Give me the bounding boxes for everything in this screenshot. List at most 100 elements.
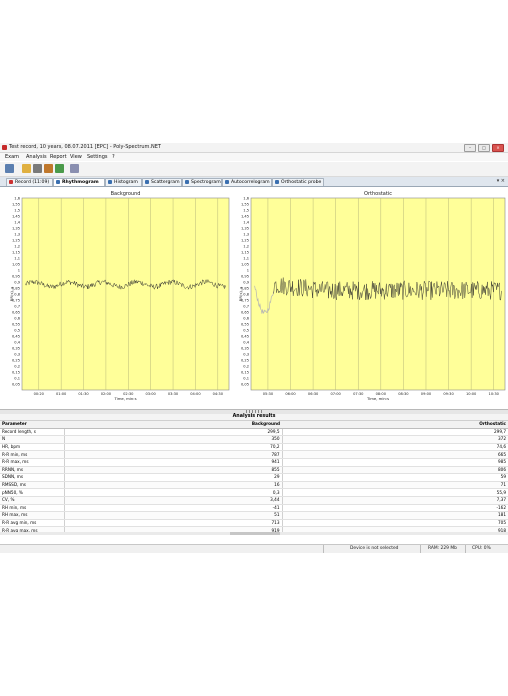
background-y-tick-label: 1 <box>18 268 20 272</box>
status-divider <box>323 545 324 553</box>
background-value-cell: 713 <box>64 519 283 528</box>
menu-exam[interactable]: Exam <box>5 154 19 160</box>
export-icon[interactable] <box>44 164 53 173</box>
spectrogram-icon <box>185 179 189 184</box>
orthostatic-y-tick-label: 0,7 <box>243 304 249 308</box>
print-icon[interactable] <box>33 164 42 173</box>
parameter-cell: CV, % <box>0 496 65 505</box>
background-y-tick-label: 1,15 <box>12 250 20 254</box>
background-y-tick-label: 1,6 <box>14 196 20 200</box>
menu-settings[interactable]: Settings <box>87 154 108 160</box>
orthostatic-y-tick-label: 0,9 <box>243 280 249 284</box>
background-y-tick-label: 0,35 <box>12 346 20 350</box>
settings-icon[interactable] <box>70 164 79 173</box>
background-value-cell: 70,2 <box>64 443 283 452</box>
orthostatic-chart-title: Orthostatic <box>364 191 392 197</box>
background-y-tick-label: 0,2 <box>14 364 20 368</box>
parameter-cell: N <box>0 435 65 444</box>
grip-icon <box>246 410 262 413</box>
background-y-tick-label: 1,55 <box>12 202 20 206</box>
tab-orthostatic-probe[interactable]: Orthostatic probe <box>272 178 324 186</box>
record-icon <box>9 179 13 184</box>
orthostatic-value-cell: 705 <box>282 519 508 528</box>
orthostatic-y-tick-label: 0,35 <box>241 346 249 350</box>
background-value-cell: 51 <box>64 511 283 520</box>
autocorrelogram-icon <box>225 179 229 184</box>
orthostatic-x-tick-label: 09:30 <box>443 392 454 396</box>
table-row[interactable]: R-R min, ms 787 665 <box>0 450 508 459</box>
table-row[interactable]: Record length, s 299,5 299,7 <box>0 428 508 437</box>
orthostatic-y-tick-label: 0,1 <box>243 376 249 380</box>
menu-help[interactable]: ? <box>112 154 115 160</box>
chart-icon[interactable] <box>55 164 64 173</box>
background-y-tick-label: 1,35 <box>12 226 20 230</box>
background-chart-title: Background <box>111 191 141 197</box>
close-button[interactable]: × <box>492 144 504 152</box>
orthostatic-value-cell: 55,9 <box>282 488 508 497</box>
minimize-button[interactable]: – <box>464 144 476 152</box>
background-y-tick-label: 1,45 <box>12 214 20 218</box>
menu-report[interactable]: Report <box>50 154 67 160</box>
table-row[interactable]: RH max, ms 51 181 <box>0 511 508 520</box>
tab-menu-button[interactable]: ▾ × <box>497 178 505 185</box>
app-icon <box>2 145 7 150</box>
tab-histogram[interactable]: Histogram <box>105 178 142 186</box>
menu-analysis[interactable]: Analysis <box>26 154 47 160</box>
table-row[interactable]: RRNN, ms 855 806 <box>0 466 508 475</box>
maximize-button[interactable]: □ <box>478 144 490 152</box>
tab-scattergram[interactable]: Scattergram <box>142 178 182 186</box>
background-y-tick-label: 0,3 <box>14 352 20 356</box>
table-row[interactable]: CV, % 3,44 7,37 <box>0 496 508 505</box>
table-row[interactable]: SDNN, ms 29 59 <box>0 473 508 482</box>
background-value-cell: 855 <box>64 466 283 475</box>
background-y-tick-label: 1,25 <box>12 238 20 242</box>
background-value-cell: 941 <box>64 458 283 467</box>
results-header-row: Parameter Background Orthostatic <box>0 421 508 429</box>
tab-autocorrelogram[interactable]: Autocorrelogram <box>222 178 272 186</box>
orthostatic-value-cell: 71 <box>282 481 508 490</box>
orthostatic-x-tick-label: 06:30 <box>308 392 319 396</box>
status-divider <box>465 545 466 553</box>
background-y-tick-label: 0,55 <box>12 322 20 326</box>
background-y-tick-label: 0,95 <box>12 274 20 278</box>
table-row[interactable]: HR, bpm 70,2 74,6 <box>0 443 508 452</box>
orthostatic-x-tick-label: 08:30 <box>398 392 409 396</box>
background-y-tick-label: 0,25 <box>12 358 20 362</box>
background-value-cell: 787 <box>64 450 283 459</box>
status-divider <box>420 545 421 553</box>
orthostatic-y-tick-label: 0,65 <box>241 310 249 314</box>
column-header-orthostatic[interactable]: Orthostatic <box>282 421 508 429</box>
menu-bar: Exam Analysis Report View Settings ? <box>0 153 508 161</box>
orthostatic-y-tick-label: 0,5 <box>243 328 249 332</box>
column-header-parameter[interactable]: Parameter <box>0 421 64 429</box>
table-row[interactable]: RMSSD, ms 16 71 <box>0 481 508 490</box>
save-icon[interactable] <box>5 164 14 173</box>
parameter-cell: RH min, ms <box>0 504 65 513</box>
background-x-tick-label: 04:30 <box>213 392 224 396</box>
tab-record[interactable]: Record (11:09) <box>6 178 53 186</box>
orthostatic-y-tick-label: 0,95 <box>241 274 249 278</box>
tab-spectrogram[interactable]: Spectrogram <box>182 178 222 186</box>
parameter-cell: HR, bpm <box>0 443 65 452</box>
table-row[interactable]: R-R max, ms 941 985 <box>0 458 508 467</box>
background-value-cell: 3,44 <box>64 496 283 505</box>
results-panel: Analysis results Parameter Background Or… <box>0 414 508 540</box>
column-header-background[interactable]: Background <box>64 421 282 429</box>
orthostatic-y-tick-label: 1,2 <box>243 244 249 248</box>
open-icon[interactable] <box>22 164 31 173</box>
table-row[interactable]: pNN50, % 0,3 55,9 <box>0 488 508 497</box>
orthostatic-y-tick-label: 0,15 <box>241 370 249 374</box>
table-row[interactable]: RH min, ms -41 -162 <box>0 504 508 513</box>
menu-view[interactable]: View <box>70 154 82 160</box>
tab-label: Scattergram <box>151 180 180 185</box>
orthostatic-icon <box>275 179 279 184</box>
device-status: Device is not selected <box>350 546 399 551</box>
background-x-axis-label: Time, min:s <box>113 396 136 401</box>
tab-rhythmogram[interactable]: Rhythmogram <box>53 178 105 186</box>
horizontal-scrollbar[interactable] <box>0 532 508 535</box>
table-row[interactable]: N 350 372 <box>0 435 508 444</box>
background-y-tick-label: 0,45 <box>12 334 20 338</box>
scroll-thumb[interactable] <box>230 532 280 535</box>
orthostatic-y-tick-label: 1,05 <box>241 262 249 266</box>
table-row[interactable]: R-R avg min, ms 713 705 <box>0 519 508 528</box>
